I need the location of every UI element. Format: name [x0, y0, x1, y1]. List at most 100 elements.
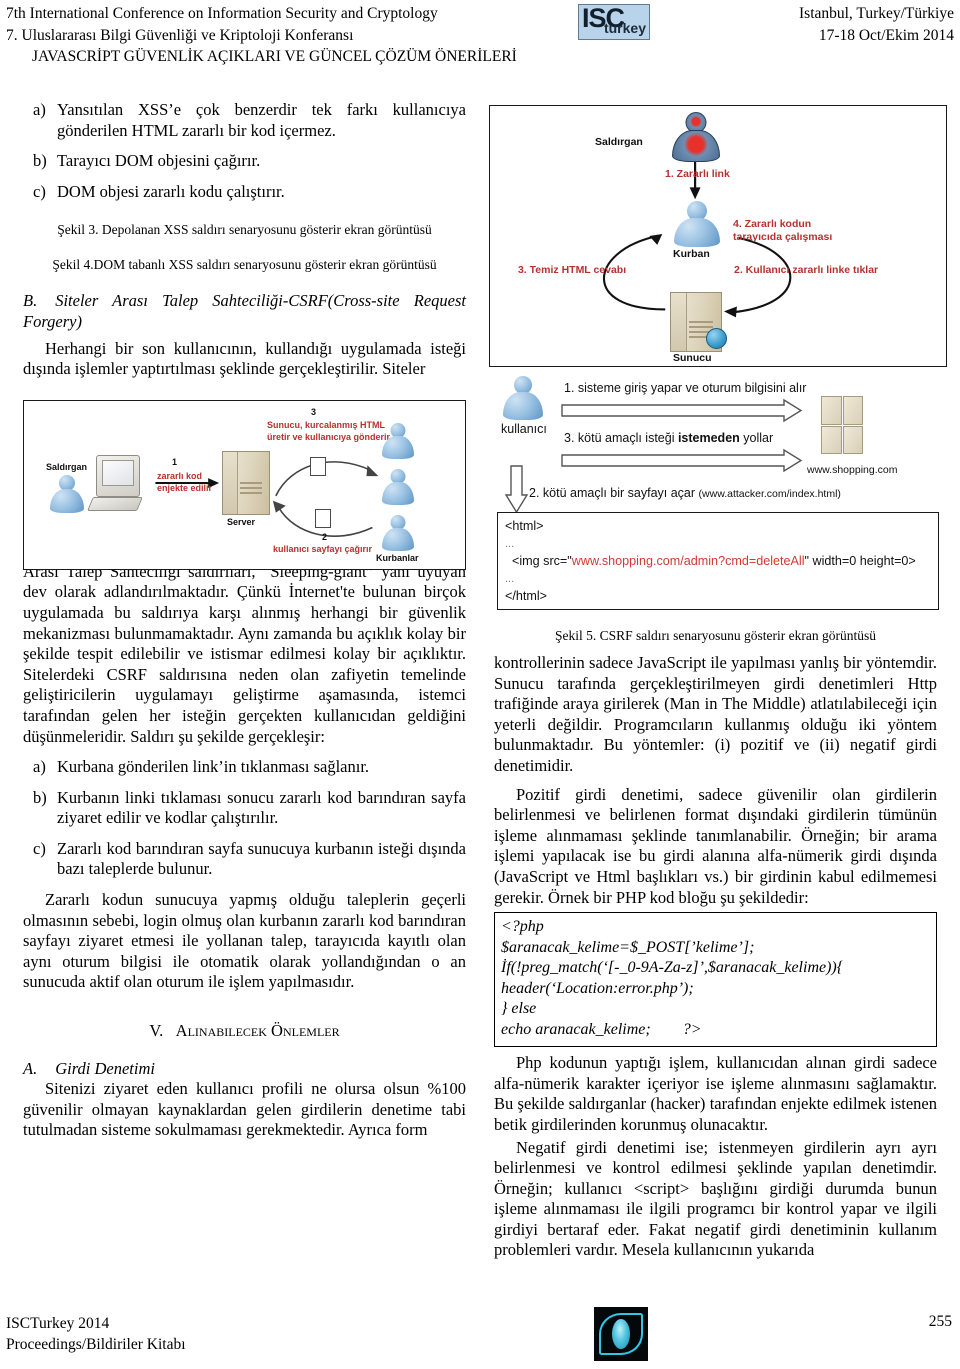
user-avatar-icon — [503, 376, 543, 420]
paragraph-csrf-intro: Herhangi bir son kullanıcının, kullandığ… — [23, 338, 466, 379]
figure-dom-xss-diagram: Saldırgan 1. Zararlı link Kurban 4. Zara… — [489, 105, 947, 367]
step-4-label: 4. Zararlı kodun tarayıcıda çalışması — [733, 218, 832, 244]
list-item-text: Yansıtılan XSS’e çok benzerdir tek farkı… — [57, 100, 466, 140]
page-footer: ISCTurkey 2014 Proceedings/Bildiriler Ki… — [0, 1295, 960, 1369]
code-line: İf(!preg_match(‘[-_0-9A-Za-z]’,$aranacak… — [501, 959, 844, 977]
attacker-label: Saldırgan — [595, 136, 643, 148]
section-a-label: A. — [23, 1058, 38, 1078]
code-line: <?php — [501, 918, 544, 936]
step-2-label: 2. Kullanıcı zararlı linke tıklar — [734, 264, 879, 276]
iscturkey-logo-icon: ISC turkey — [578, 4, 650, 40]
paragraph-input-validation: Sitenizi ziyaret eden kullanıcı profili … — [23, 1079, 466, 1140]
paragraph-php-explanation: Php kodunun yaptığı işlem, kullanıcıdan … — [494, 1053, 937, 1134]
right-column: Şekil 5. CSRF saldırı senaryosunu göster… — [494, 627, 937, 1263]
html-img-post: " width=0 height=0> — [804, 554, 916, 568]
footer-proceedings-block: ISCTurkey 2014 Proceedings/Bildiriler Ki… — [6, 1313, 186, 1355]
header-conference-names: 7th International Conference on Informat… — [6, 3, 546, 47]
header-dates: 17-18 Oct/Ekim 2014 — [818, 27, 954, 44]
paragraph-negative-validation: Negatif girdi denetimi ise; istenmeyen g… — [494, 1137, 937, 1260]
stored-server-label: Server — [227, 517, 256, 527]
stored-step-1-number: 1 — [172, 457, 178, 467]
stored-step-2-label: kullanıcı sayfayı çağırır — [273, 544, 373, 554]
section-a-heading: A. Girdi Denetimi — [23, 1059, 466, 1080]
csrf-step-3-pre: 3. kötü amaçlı isteği — [564, 431, 678, 445]
attacker-html-snippet-box: <html> ... <img src="www.shopping.com/ad… — [497, 512, 939, 610]
list-item: c) Zararlı kod barındıran sayfa sunucuya… — [23, 839, 466, 880]
csrf-step-3-emphasis: istemeden — [677, 431, 740, 445]
server-label: Sunucu — [673, 352, 712, 364]
stored-step-1-line2: enjekte edilir — [157, 482, 213, 493]
victim-avatar-icon — [382, 469, 414, 505]
figure-caption-5: Şekil 5. CSRF saldırı senaryosunu göster… — [555, 628, 876, 643]
header-conference-en: 7th International Conference on Informat… — [6, 5, 438, 22]
step-4-line2: tarayıcıda çalışması — [733, 231, 833, 243]
stored-step-1-label: zararlı kod enjekte edilir — [157, 471, 212, 494]
victim-label: Kurban — [673, 248, 710, 260]
list-item-text: Tarayıcı DOM objesini çağırır. — [57, 151, 261, 171]
list-item: c) DOM objesi zararlı kodu çalıştırır. — [23, 182, 466, 203]
csrf-step-1-label: 1. sisteme giriş yapar ve oturum bilgisi… — [564, 381, 807, 395]
stored-attacker-avatar-icon — [50, 475, 84, 513]
computer-monitor-icon — [96, 455, 140, 497]
section-v-number: V. — [149, 1021, 164, 1041]
globe-icon — [706, 328, 727, 349]
figure-caption-3: Şekil 3. Depolanan XSS saldırı senaryosu… — [57, 222, 432, 238]
list-marker: a) — [33, 100, 46, 119]
section-b-label: B. — [23, 291, 38, 311]
document-icon — [315, 509, 331, 528]
html-line-img: <img src="www.shopping.com/admin?cmd=del… — [505, 553, 931, 571]
figure-caption-4: Şekil 4.DOM tabanlı XSS saldırı senaryos… — [52, 257, 437, 273]
list-item: a) Kurbana gönderilen link’in tıklanması… — [23, 757, 466, 778]
victim-avatar-icon — [382, 515, 414, 551]
step-1-label: 1. Zararlı link — [665, 168, 730, 180]
csrf-step-3-label: 3. kötü amaçlı isteği istemeden yollar — [564, 431, 773, 445]
stored-step-3-line1: Sunucu, kurcalanmış HTML — [267, 420, 386, 430]
list-item-text: Zararlı kod barındıran sayfa sunucuya ku… — [57, 838, 466, 879]
code-line: $aranacak_kelime=$_POST[’kelime’]; — [501, 938, 755, 956]
list-item: a) Yansıtılan XSS’e çok benzerdir tek fa… — [23, 100, 466, 141]
figure-stored-xss-diagram: Saldırgan 1 zararlı kod enjekte edilir S… — [23, 400, 466, 570]
html-line: </html> — [505, 589, 547, 603]
list-item: b) Kurbanın linki tıklaması sonucu zarar… — [23, 788, 466, 829]
list-marker: c) — [33, 838, 46, 858]
code-line: header(‘Location:error.php’); — [501, 979, 694, 997]
paper-title: JAVASCRİPT GÜVENLİK AÇIKLARI VE GÜNCEL Ç… — [32, 48, 517, 65]
list-marker: a) — [33, 757, 46, 777]
footer-line-1: ISCTurkey 2014 — [6, 1315, 110, 1332]
html-line: <html> — [505, 519, 544, 533]
section-b-title: Siteler Arası Talep Sahteciliği-CSRF(Cro… — [23, 291, 466, 331]
footer-eye-logo-icon — [594, 1307, 648, 1361]
header-location: Istanbul, Turkey/Türkiye — [799, 5, 954, 22]
csrf-user-label: kullanıcı — [501, 422, 547, 436]
step-3-label: 3. Temiz HTML cevabı — [518, 264, 627, 276]
stored-attacker-label: Saldırgan — [46, 462, 88, 472]
html-img-url: www.shopping.com/admin?cmd=deleteAll — [571, 554, 805, 568]
stored-step-2-number: 2 — [322, 532, 328, 542]
csrf-server-domain-label: www.shopping.com — [807, 464, 898, 476]
logo-turkey-text: turkey — [603, 20, 646, 36]
csrf-step-2-url: (www.attacker.com/index.html) — [698, 488, 841, 500]
php-code-block: <?php $aranacak_kelime=$_POST[’kelime’];… — [494, 912, 937, 1048]
victim-avatar-icon — [382, 423, 414, 459]
section-b-heading: B. Siteler Arası Talep Sahteciliği-CSRF(C… — [23, 291, 466, 332]
header-conference-tr: 7. Uluslararası Bilgi Güvenliği ve Kript… — [6, 27, 354, 44]
list-marker: c) — [33, 181, 46, 201]
csrf-step-2-label: 2. kötü amaçlı bir sayfayı açar (www.att… — [529, 486, 841, 500]
code-line: } else — [501, 1000, 537, 1018]
page-number: 255 — [928, 1313, 952, 1330]
section-v-heading: V. Alınabilecek Önlemler — [23, 1021, 466, 1042]
footer-line-2: Proceedings/Bildiriler Kitabı — [6, 1336, 186, 1353]
keyboard-icon — [87, 497, 143, 511]
list-item: b) Tarayıcı DOM objesini çağırır. — [23, 151, 466, 172]
code-line: echo aranacak_kelime; ?> — [501, 1020, 702, 1038]
stored-step-3-line2: üretir ve kullanıcıya gönderir — [267, 431, 391, 442]
left-column: a) Yansıtılan XSS’e çok benzerdir tek fa… — [23, 100, 466, 1143]
victim-avatar-icon — [674, 201, 720, 247]
paragraph-session-reason: Zararlı kodun sunucuya yapmış olduğu tal… — [23, 890, 466, 992]
html-line-ellipsis: ... — [505, 537, 515, 550]
stored-server-icon — [222, 451, 270, 515]
html-line-ellipsis: ... — [505, 572, 515, 585]
csrf-step-2-text: 2. kötü amaçlı bir sayfayı açar — [529, 486, 696, 500]
stored-victims-label: Kurbanlar — [376, 553, 419, 563]
stored-step-1-line1: zararlı kod — [157, 471, 203, 481]
